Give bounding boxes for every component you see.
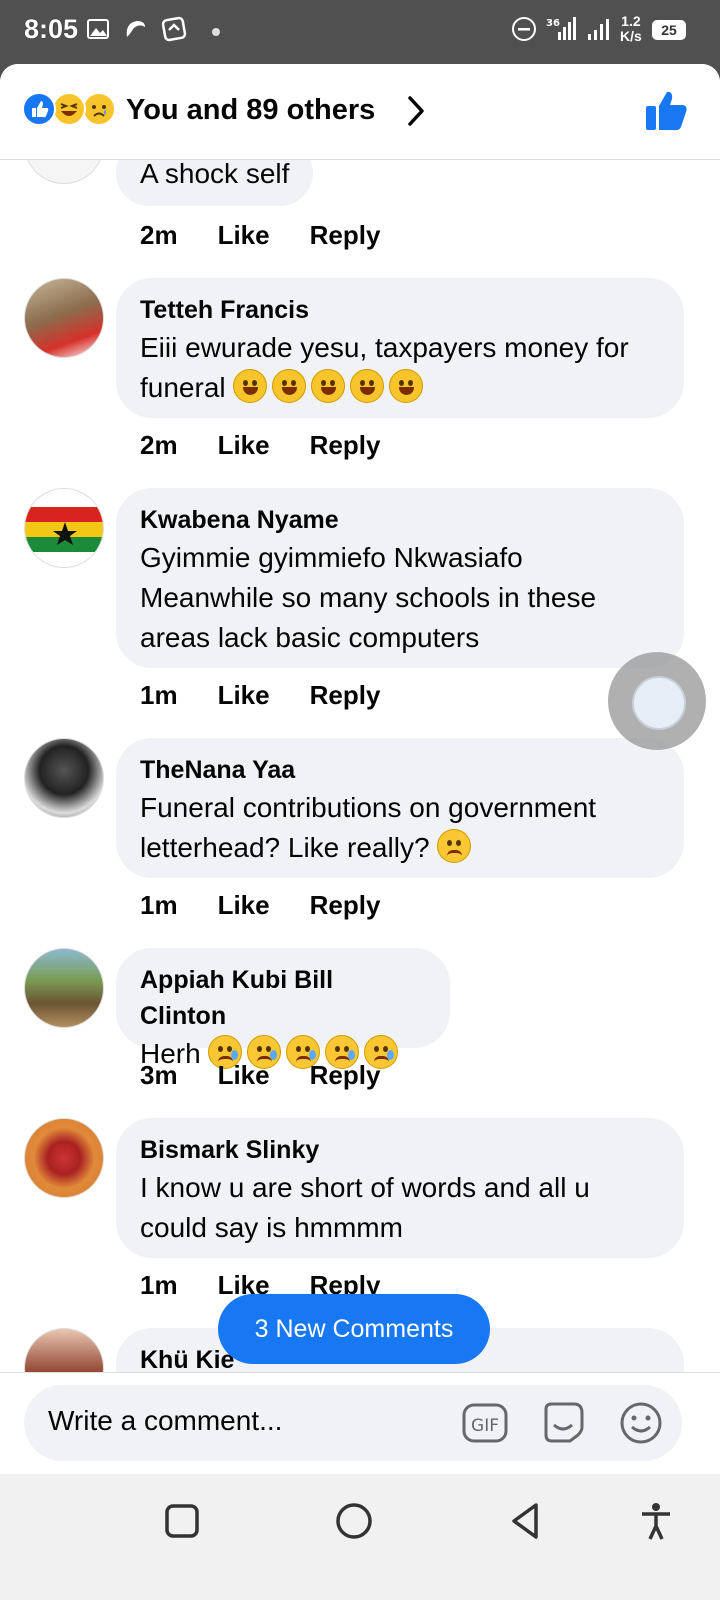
comment-bubble[interactable]: Tetteh Francis Eiii ewurade yesu, taxpay… [116, 278, 684, 418]
network-speed: 1.2 K/s [620, 13, 642, 44]
comment-text: A shock self [140, 160, 290, 189]
commenter-name[interactable]: Tetteh Francis [140, 292, 660, 328]
avatar[interactable] [24, 278, 104, 358]
chevron-right-icon[interactable] [402, 94, 430, 128]
comment-actions: 1m Like Reply [140, 890, 420, 921]
gallery-icon [86, 14, 110, 44]
sad-reaction-icon [82, 92, 116, 126]
status-time: 8:05 [24, 14, 79, 44]
avatar[interactable] [24, 948, 104, 1028]
comments-sheet: You and 89 others A shock self 2m Like R… [0, 64, 720, 1504]
comment-input-placeholder: Write a comment... [48, 1405, 283, 1436]
comment-bubble[interactable]: A shock self [116, 160, 314, 206]
like-button[interactable]: Like [218, 680, 270, 711]
reply-button[interactable]: Reply [310, 430, 381, 461]
joy-emoji-icon [311, 369, 346, 403]
recents-icon[interactable] [162, 1500, 202, 1542]
reply-button[interactable]: Reply [310, 1060, 381, 1091]
messenger-icon [160, 14, 188, 44]
comment-actions: 2m Like Reply [140, 220, 420, 251]
haha-reaction-icon [52, 92, 86, 126]
comment-actions: 1m Like Reply [140, 680, 420, 711]
comment-bubble[interactable]: Appiah Kubi Bill Clinton Herh [116, 948, 450, 1069]
like-button[interactable]: Like [218, 1060, 270, 1091]
commenter-name[interactable]: Kwabena Nyame [140, 502, 660, 538]
reactions-summary[interactable]: You and 89 others [126, 92, 375, 128]
comment-time: 2m [140, 430, 178, 460]
system-nav-bar [0, 1474, 720, 1600]
pensive-emoji-icon [437, 829, 472, 863]
accessibility-icon[interactable] [636, 1500, 676, 1542]
comment-text: Funeral contributions on government lett… [140, 792, 597, 863]
emoji-icon[interactable] [618, 1401, 664, 1445]
status-bar: 8:05 36 1.2 K/s 25 [0, 0, 720, 64]
comment-composer: Write a comment... GIF [0, 1372, 720, 1472]
comment-input[interactable]: Write a comment... GIF [24, 1385, 682, 1461]
reaction-icons [22, 92, 122, 128]
like-post-icon[interactable] [644, 88, 690, 134]
signal-icon-2 [582, 14, 616, 44]
comment-time: 3m [140, 1060, 178, 1090]
avatar[interactable] [24, 738, 104, 818]
like-button[interactable]: Like [218, 890, 270, 921]
notification-dot [212, 28, 220, 36]
comment-text: Eiii ewurade yesu, taxpayers money for f… [140, 332, 629, 403]
app-icon [122, 14, 150, 44]
signal-icon: 36 [544, 14, 578, 44]
back-icon[interactable] [506, 1500, 546, 1542]
battery-icon: 25 [652, 20, 686, 40]
commenter-name[interactable]: TheNana Yaa [140, 752, 660, 788]
reactions-header[interactable]: You and 89 others [0, 64, 720, 160]
commenter-name[interactable]: Bismark Slinky [140, 1132, 660, 1168]
comment-time: 1m [140, 680, 178, 710]
svg-text:GIF: GIF [471, 1416, 499, 1436]
comment-time: 1m [140, 1270, 178, 1300]
reply-button[interactable]: Reply [310, 220, 381, 251]
laugh-emoji-icon [350, 369, 385, 403]
comment-actions: 2m Like Reply [140, 430, 420, 461]
grin-emoji-icon [389, 369, 424, 403]
floating-assistive-button[interactable] [608, 652, 706, 750]
comment-time: 2m [140, 220, 178, 250]
reply-button[interactable]: Reply [310, 680, 381, 711]
svg-text:36: 36 [546, 18, 560, 29]
reply-button[interactable]: Reply [310, 890, 381, 921]
rofl-emoji-icon [272, 369, 307, 403]
avatar[interactable] [24, 488, 104, 568]
like-reaction-icon [22, 92, 56, 126]
comment-bubble[interactable]: TheNana Yaa Funeral contributions on gov… [116, 738, 684, 878]
like-button[interactable]: Like [218, 430, 270, 461]
comment-time: 1m [140, 890, 178, 920]
avatar[interactable] [24, 1118, 104, 1198]
like-button[interactable]: Like [218, 220, 270, 251]
comment-actions: 3m Like Reply [140, 1060, 420, 1091]
comment-text: I know u are short of words and all u co… [140, 1172, 590, 1243]
sticker-icon[interactable] [540, 1401, 586, 1445]
avatar[interactable] [24, 160, 104, 184]
comment-bubble[interactable]: Kwabena Nyame Gyimmie gyimmiefo Nkwasiaf… [116, 488, 684, 668]
dnd-icon [510, 14, 538, 44]
commenter-name[interactable]: Appiah Kubi Bill Clinton [140, 962, 426, 1034]
comment-text: Gyimmie gyimmiefo Nkwasiafo Meanwhile so… [140, 542, 597, 653]
grin-emoji-icon [233, 369, 268, 403]
gif-icon[interactable]: GIF [462, 1401, 508, 1445]
comment-list: A shock self 2m Like Reply Tetteh Franci… [0, 160, 720, 1380]
new-comments-button[interactable]: 3 New Comments [218, 1294, 490, 1364]
home-icon[interactable] [334, 1500, 374, 1542]
comment-bubble[interactable]: Bismark Slinky I know u are short of wor… [116, 1118, 684, 1258]
